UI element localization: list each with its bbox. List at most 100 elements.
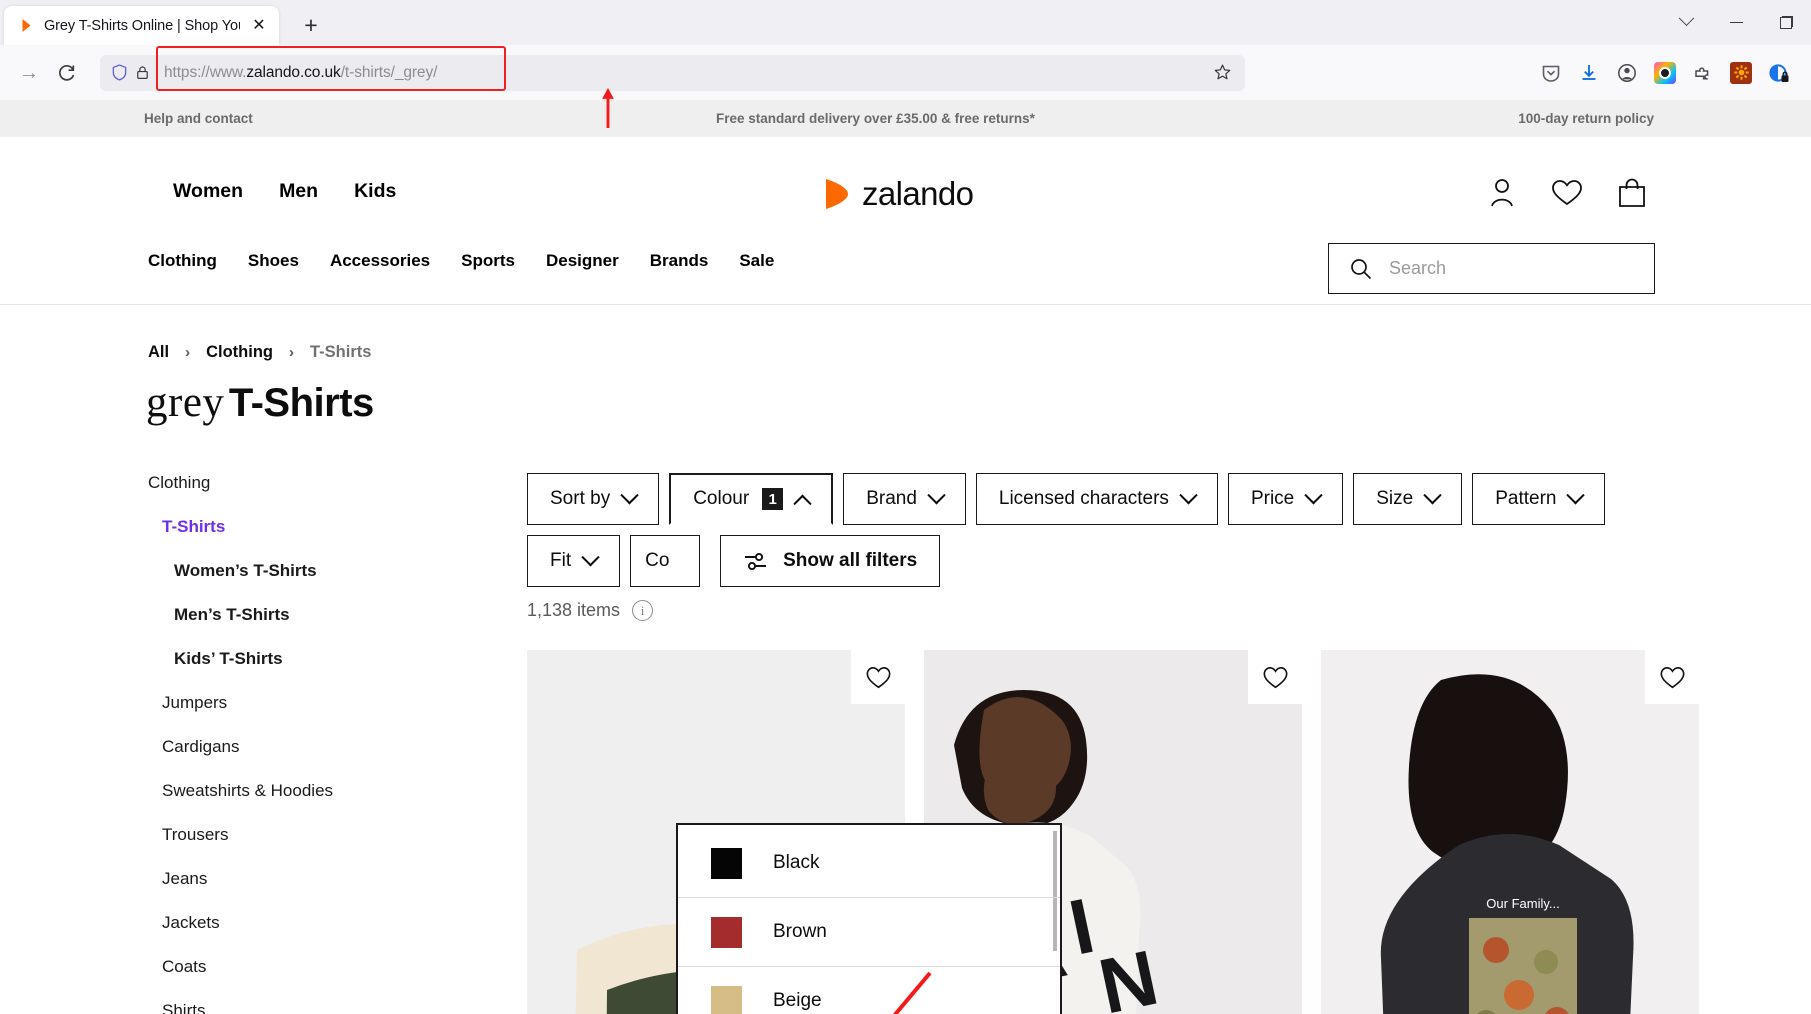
sidebar-item-shirts[interactable]: Shirts (162, 1001, 448, 1014)
lock-icon[interactable] (134, 64, 151, 81)
reload-button[interactable] (48, 54, 86, 92)
colour-option-brown[interactable]: Brown (678, 898, 1060, 967)
sidebar-item-tshirts-active[interactable]: T-Shirts (162, 517, 448, 537)
search-box[interactable]: Search (1328, 243, 1655, 294)
colour-options-list: Black Brown Beige Grey ✓ (678, 825, 1060, 1014)
sidebar-item-coats[interactable]: Coats (162, 957, 448, 977)
chevron-down-icon (927, 485, 946, 504)
wishlist-button[interactable] (851, 650, 905, 704)
filter-price[interactable]: Price (1227, 473, 1344, 525)
address-bar-area: https://www.zalando.co.uk/t-shirts/_grey… (100, 45, 1525, 91)
url-input[interactable]: https://www.zalando.co.uk/t-shirts/_grey… (157, 56, 1205, 90)
minimize-button[interactable] (1711, 0, 1761, 45)
colorful-circle-extension-icon[interactable] (1647, 55, 1683, 91)
account-icon[interactable] (1609, 55, 1645, 91)
colour-swatch (711, 916, 742, 948)
restore-button[interactable] (1761, 0, 1811, 45)
filter-colour[interactable]: Colour 1 (669, 473, 834, 525)
zalando-favicon-icon (18, 17, 35, 34)
cat-accessories[interactable]: Accessories (330, 251, 430, 271)
close-icon[interactable]: ✕ (249, 16, 269, 36)
puzzle-extension-icon[interactable] (1685, 55, 1721, 91)
filter-sort-by[interactable]: Sort by (527, 473, 660, 525)
wishlist-heart-icon[interactable] (1551, 178, 1583, 208)
nav-kids[interactable]: Kids (354, 180, 396, 203)
wishlist-button[interactable] (1645, 650, 1699, 704)
nav-men[interactable]: Men (279, 180, 318, 203)
filter-label: Size (1376, 488, 1414, 509)
url-arrow-annotation (602, 88, 614, 128)
list-all-tabs-button[interactable] (1661, 0, 1711, 45)
colour-filter-dropdown: Black Brown Beige Grey ✓ (676, 823, 1062, 1014)
new-tab-button[interactable]: + (293, 7, 329, 43)
sidebar-item-clothing[interactable]: Clothing (148, 473, 448, 493)
sidebar-item-womens-tshirts[interactable]: Women’s T-Shirts (174, 561, 448, 581)
breadcrumb-clothing[interactable]: Clothing (206, 343, 273, 362)
gender-nav: Women Men Kids (173, 180, 396, 203)
filter-fit[interactable]: Fit (527, 535, 621, 587)
cat-sports[interactable]: Sports (461, 251, 515, 271)
filter-licensed-characters[interactable]: Licensed characters (975, 473, 1218, 525)
download-icon[interactable] (1571, 55, 1607, 91)
blue-shield-lock-extension-icon[interactable] (1761, 55, 1797, 91)
delivery-promo-text: Free standard delivery over £35.00 & fre… (716, 111, 1035, 126)
page-title: grey T-Shirts (146, 378, 374, 427)
chevron-up-icon (793, 494, 812, 513)
sidebar-item-sweatshirts-hoodies[interactable]: Sweatshirts & Hoodies (162, 781, 448, 801)
chevron-down-icon (581, 547, 600, 566)
pocket-icon[interactable] (1533, 55, 1569, 91)
cat-brands[interactable]: Brands (650, 251, 709, 271)
help-and-contact-link[interactable]: Help and contact (144, 111, 253, 126)
nav-women[interactable]: Women (173, 180, 243, 203)
shield-icon[interactable] (110, 63, 129, 82)
web-page: Help and contact Free standard delivery … (0, 100, 1811, 1014)
colour-option-black[interactable]: Black (678, 829, 1060, 898)
browser-toolbar: → https://www.zalando.co.uk/t-shirts/_gr… (0, 45, 1811, 100)
show-all-filters-button[interactable]: Show all filters (720, 535, 941, 587)
zalando-logo[interactable]: zalando (823, 175, 974, 213)
sidebar-item-jackets[interactable]: Jackets (162, 913, 448, 933)
search-input[interactable]: Search (1389, 258, 1446, 279)
restore-icon (1779, 16, 1793, 29)
show-all-filters-label: Show all filters (783, 550, 918, 571)
page-title-main: T-Shirts (228, 381, 374, 425)
sidebar-item-kids-tshirts[interactable]: Kids’ T-Shirts (174, 649, 448, 669)
cat-shoes[interactable]: Shoes (248, 251, 299, 271)
breadcrumb-all[interactable]: All (148, 343, 169, 362)
browser-tab[interactable]: Grey T-Shirts Online | Shop Your ✕ (4, 6, 279, 45)
window-controls (1661, 0, 1811, 45)
filter-label: Price (1250, 488, 1295, 509)
filter-size[interactable]: Size (1353, 473, 1463, 525)
breadcrumb: All › Clothing › T-Shirts (148, 343, 371, 362)
sidebar-item-cardigans[interactable]: Cardigans (162, 737, 448, 757)
cat-sale[interactable]: Sale (739, 251, 774, 271)
cat-designer[interactable]: Designer (546, 251, 619, 271)
shopping-bag-icon[interactable] (1617, 177, 1647, 209)
url-text: https://www.zalando.co.uk/t-shirts/_grey… (164, 63, 438, 81)
filter-brand[interactable]: Brand (843, 473, 966, 525)
colour-option-beige[interactable]: Beige (678, 967, 1060, 1014)
bookmark-star-button[interactable] (1205, 55, 1239, 90)
filter-pattern[interactable]: Pattern (1472, 473, 1606, 525)
account-icon[interactable] (1487, 177, 1517, 209)
address-bar[interactable]: https://www.zalando.co.uk/t-shirts/_grey… (100, 54, 1245, 91)
reload-icon (59, 64, 75, 81)
cat-clothing[interactable]: Clothing (148, 251, 217, 271)
filter-row-1: Sort by Colour 1 Brand Licensed characte… (527, 473, 1657, 525)
colour-swatch (711, 985, 742, 1014)
sidebar-item-mens-tshirts[interactable]: Men’s T-Shirts (174, 605, 448, 625)
results-count: 1,138 items i (527, 600, 654, 621)
returns-promo-text: 100-day return policy (1518, 111, 1654, 126)
sidebar-item-trousers[interactable]: Trousers (162, 825, 448, 845)
zalando-wordmark: zalando (862, 175, 974, 212)
sidebar-item-jumpers[interactable]: Jumpers (162, 693, 448, 713)
product-card[interactable]: Our Family... (1321, 650, 1699, 1014)
filter-collection-partial[interactable]: Co (630, 535, 701, 587)
forward-button[interactable]: → (10, 54, 48, 92)
colour-option-label: Beige (773, 990, 822, 1011)
info-icon[interactable]: i (632, 600, 654, 621)
wishlist-button[interactable] (1248, 650, 1302, 704)
sidebar-item-jeans[interactable]: Jeans (162, 869, 448, 889)
tab-title: Grey T-Shirts Online | Shop Your (44, 17, 240, 34)
orange-gear-extension-icon[interactable] (1723, 55, 1759, 91)
